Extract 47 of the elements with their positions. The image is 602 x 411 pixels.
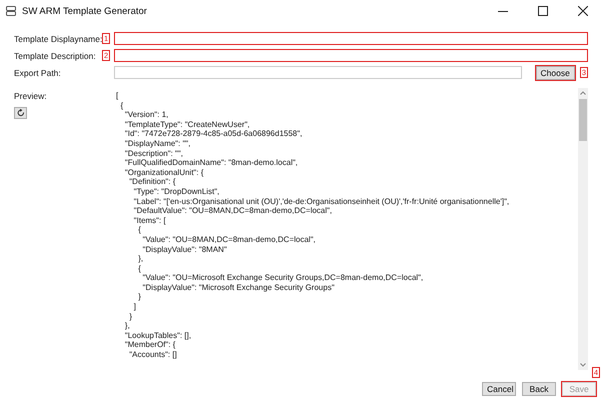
close-icon[interactable] [578, 6, 588, 16]
code-line: "Definition": { [128, 177, 176, 187]
code-line: "Accounts": [] [128, 350, 178, 360]
code-line: { [119, 100, 124, 110]
code-line: "Items": [ [132, 216, 167, 226]
dialog-button[interactable]: Back [522, 382, 556, 396]
app-icon [6, 6, 16, 16]
text-field[interactable] [114, 49, 588, 62]
code-line: "DefaultValue": "OU=8MAN,DC=8man-demo,DC=local", [132, 206, 333, 216]
code-line: "Value": "OU=Microsoft Exchange Security Groups,DC=8man-demo,DC=local", [142, 273, 424, 283]
dialog-button[interactable]: Cancel [482, 382, 516, 396]
code-line: }, [124, 321, 131, 331]
code-line: "DisplayValue": "Microsoft Exchange Security Groups" [142, 282, 336, 292]
refresh-icon [16, 109, 24, 117]
code-line: "Value": "OU=8MAN,DC=8man-demo,DC=local", [142, 234, 317, 244]
code-line: "Version": 1, [124, 110, 170, 120]
scroll-thumb[interactable] [579, 99, 587, 141]
code-line: "DisplayValue": "8MAN" [142, 244, 228, 254]
code-line: } [137, 292, 142, 302]
code-line: "MemberOf": { [124, 340, 176, 350]
code-line: "Description": "", [124, 148, 184, 158]
code-line: "TemplateType": "CreateNewUser", [124, 120, 251, 130]
field-label: Template Displayname: [14, 34, 102, 44]
text-field[interactable] [114, 32, 588, 45]
scrollbar[interactable] [578, 88, 588, 370]
code-line: "DisplayName": "", [124, 138, 192, 149]
refresh-button[interactable] [14, 107, 27, 119]
code-line: } [128, 312, 134, 322]
maximize-icon[interactable] [538, 6, 548, 16]
field-label: Export Path: [14, 68, 62, 78]
code-line: "Label": "['en-us:Organisational unit (OU)','de-de:Organisationseinheit (OU)','fr-fr:Unité organisationnelle']", [132, 196, 510, 206]
choose-button[interactable]: Choose [536, 66, 575, 80]
scroll-up-icon[interactable] [580, 91, 586, 95]
code-line: { [137, 264, 142, 274]
code-line: "FullQualifiedDomainName": "8man-demo.local", [124, 158, 299, 168]
code-line: "Type": "DropDownList", [132, 186, 220, 197]
code-line: [ [116, 91, 120, 101]
code-line: "OrganizationalUnit": { [124, 168, 204, 178]
scroll-down-icon[interactable] [580, 363, 586, 367]
preview-label: Preview: [14, 91, 48, 101]
code-line: }, [137, 254, 144, 264]
code-line: "Id": "7472e728-2879-4c85-a05d-6a06896d1558", [124, 129, 304, 139]
window-title: SW ARM Template Generator [22, 6, 147, 16]
field-label: Template Description: [14, 50, 97, 60]
code-line: { [137, 225, 142, 235]
code-line: "LookupTables": [], [124, 330, 192, 340]
code-line: ] [132, 302, 138, 312]
